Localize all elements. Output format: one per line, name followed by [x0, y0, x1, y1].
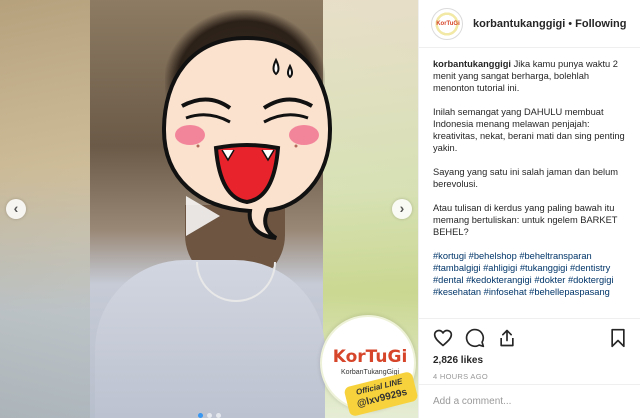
hashtag-list: #kortugi #behelshop #beheltransparan #ta… — [433, 250, 628, 298]
post-timestamp[interactable]: 4 HOURS AGO — [433, 372, 628, 381]
carousel-dot — [215, 413, 221, 418]
carousel-dot — [197, 413, 203, 418]
hashtag-link[interactable]: #kedokterangigi — [466, 275, 532, 285]
heart-icon[interactable] — [433, 328, 453, 348]
play-icon[interactable] — [186, 196, 220, 236]
post-caption: korbantukanggigi Jika kamu punya waktu 2… — [419, 54, 640, 318]
hashtag-link[interactable]: #kortugi — [433, 251, 466, 261]
hashtag-link[interactable]: #infosehat — [484, 287, 527, 297]
brand-sticker: KorTuGi KorbanTukangGigi Official LINE @… — [320, 315, 418, 418]
hashtag-link[interactable]: #dokter — [534, 275, 565, 285]
hashtag-link[interactable]: #doktergigi — [568, 275, 613, 285]
hashtag-link[interactable]: #dental — [433, 275, 464, 285]
chevron-left-icon[interactable]: ‹ — [6, 199, 26, 219]
chevron-right-icon[interactable]: › — [392, 199, 412, 219]
carousel-dot — [206, 413, 212, 418]
post-actions: 2,826 likes 4 HOURS AGO — [419, 318, 640, 381]
hashtag-link[interactable]: #ahligigi — [483, 263, 517, 273]
hashtag-link[interactable]: #beheltransparan — [519, 251, 591, 261]
hashtag-link[interactable]: #kesehatan — [433, 287, 481, 297]
comment-input[interactable] — [433, 396, 628, 407]
hashtag-link[interactable]: #tambalgigi — [433, 263, 481, 273]
post-header: KorTuGi korbantukanggigi • Following — [419, 0, 640, 48]
caption-username[interactable]: korbantukanggigi — [433, 59, 511, 69]
hashtag-link[interactable]: #dentistry — [570, 263, 610, 273]
header-separator: • — [568, 17, 573, 30]
bookmark-icon[interactable] — [608, 328, 628, 348]
cartoon-face-sticker — [161, 35, 333, 240]
caption-paragraph: Atau tulisan di kerdus yang paling bawah… — [433, 203, 618, 237]
following-button[interactable]: Following — [575, 18, 626, 30]
avatar-logo-text: KorTuGi — [436, 20, 460, 27]
comment-box — [419, 384, 640, 418]
carousel-indicator — [0, 405, 418, 418]
caption-paragraph: Sayang yang satu ini salah jaman dan bel… — [433, 167, 619, 189]
sticker-brand: KorTuGi — [332, 347, 408, 367]
hashtag-link[interactable]: #behelshop — [469, 251, 517, 261]
caption-paragraph: korbantukanggigi Jika kamu punya waktu 2… — [433, 58, 628, 94]
hashtag-link[interactable]: #tukanggigi — [520, 263, 568, 273]
avatar[interactable]: KorTuGi — [431, 7, 463, 40]
caption-paragraph: Inilah semangat yang DAHULU membuat Indo… — [433, 107, 625, 153]
share-icon[interactable] — [497, 328, 517, 348]
hashtag-link[interactable]: #behellepaspasang — [529, 287, 610, 297]
header-username[interactable]: korbantukanggigi — [473, 18, 565, 30]
comment-icon[interactable] — [465, 328, 485, 348]
post-side-panel: KorTuGi korbantukanggigi • Following kor… — [418, 0, 640, 418]
like-count[interactable]: 2,826 likes — [433, 355, 628, 366]
post-media[interactable]: ‹ › KorTuGi KorbanTukangGigi Official LI… — [0, 0, 418, 418]
action-icons — [433, 327, 628, 349]
